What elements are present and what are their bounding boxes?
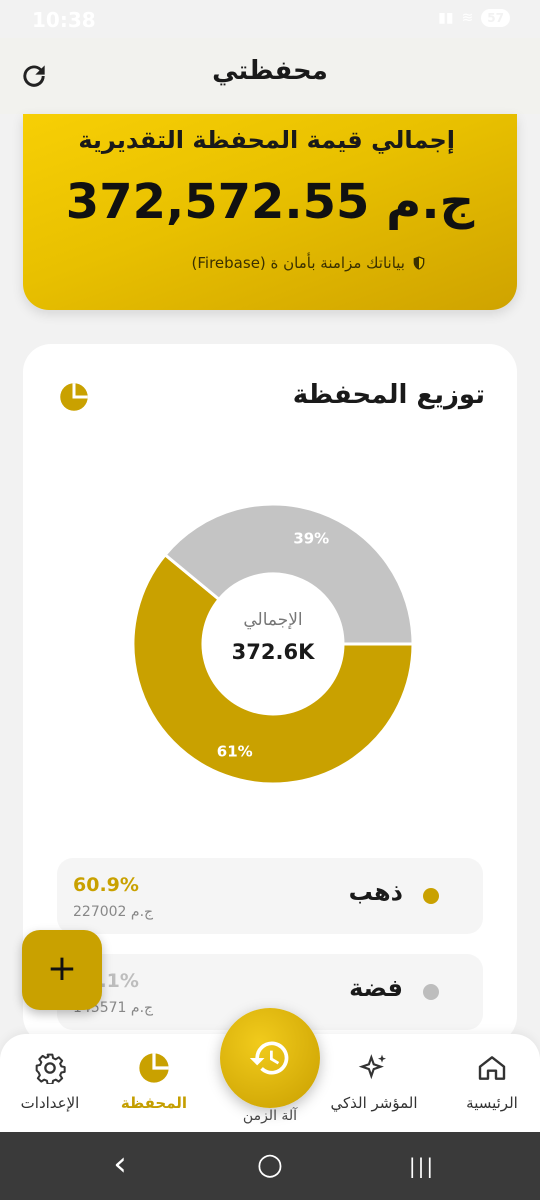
nav-settings-label: الإعدادات <box>20 1094 80 1112</box>
total-value-amount: 372,572.55 ج.م <box>65 174 475 230</box>
nav-home-label: الرئيسية <box>466 1094 518 1112</box>
back-button[interactable]: ‹ <box>90 1132 150 1200</box>
nav-portfolio-label: المحفظة <box>120 1094 188 1112</box>
recents-button[interactable]: ||| <box>392 1132 452 1200</box>
legend-dot <box>423 984 439 1000</box>
total-value-label: إجمالي قيمة المحفظة التقديرية <box>78 126 455 154</box>
pie-chart-icon <box>139 1053 169 1083</box>
donut-slice-label-1: 39% <box>293 530 329 548</box>
donut-slice-label-0: 61% <box>217 742 253 760</box>
legend-name: ذهب <box>348 878 403 906</box>
legend-percent: 60.9% <box>73 874 139 896</box>
legend-dot <box>423 888 439 904</box>
sync-note: بياناتك مزامنة بأمان ة (Firebase) <box>192 254 427 272</box>
app-bar: محفظتي <box>0 38 540 114</box>
battery-icon: 57 <box>481 9 510 27</box>
legend-item-gold[interactable]: ذهب 60.9% 227002 ج.م <box>57 858 483 934</box>
signal-icon: ▮▮ <box>438 10 454 26</box>
system-nav-bar: ‹ ○ ||| <box>0 1132 540 1200</box>
sparkles-icon <box>358 1054 386 1080</box>
time-machine-button[interactable] <box>220 1008 320 1108</box>
home-icon <box>478 1056 506 1080</box>
total-value-card: إجمالي قيمة المحفظة التقديرية 372,572.55… <box>23 114 517 310</box>
time-machine-label: آلة الزمن <box>242 1108 298 1124</box>
sync-note-text: بياناتك مزامنة بأمان ة (Firebase) <box>191 254 405 272</box>
gear-icon <box>35 1053 66 1084</box>
shield-icon <box>413 256 425 270</box>
legend-amount: 227002 ج.م <box>73 904 154 920</box>
page-title: محفظتي <box>212 56 328 86</box>
donut-center-value: 372.6K <box>231 640 315 664</box>
nav-settings[interactable]: الإعدادات <box>6 1034 94 1132</box>
pie-chart-icon <box>60 383 88 411</box>
legend-name: فضة <box>349 974 403 1002</box>
portfolio-distribution-title: توزيع المحفظة <box>292 380 485 410</box>
wifi-icon: ≋ <box>461 10 474 26</box>
history-icon <box>249 1041 289 1075</box>
status-bar: 10:38 ▮▮ ≋ 57 <box>0 0 540 38</box>
donut-center-label: الإجمالي <box>243 610 303 630</box>
nav-portfolio[interactable]: المحفظة <box>110 1034 198 1132</box>
home-button[interactable]: ○ <box>240 1132 300 1200</box>
add-asset-button[interactable]: + <box>22 930 102 1010</box>
status-icons: ▮▮ ≋ 57 <box>438 9 510 27</box>
nav-home[interactable]: الرئيسية <box>448 1034 536 1132</box>
status-time: 10:38 <box>32 8 96 32</box>
refresh-icon[interactable] <box>18 60 50 92</box>
